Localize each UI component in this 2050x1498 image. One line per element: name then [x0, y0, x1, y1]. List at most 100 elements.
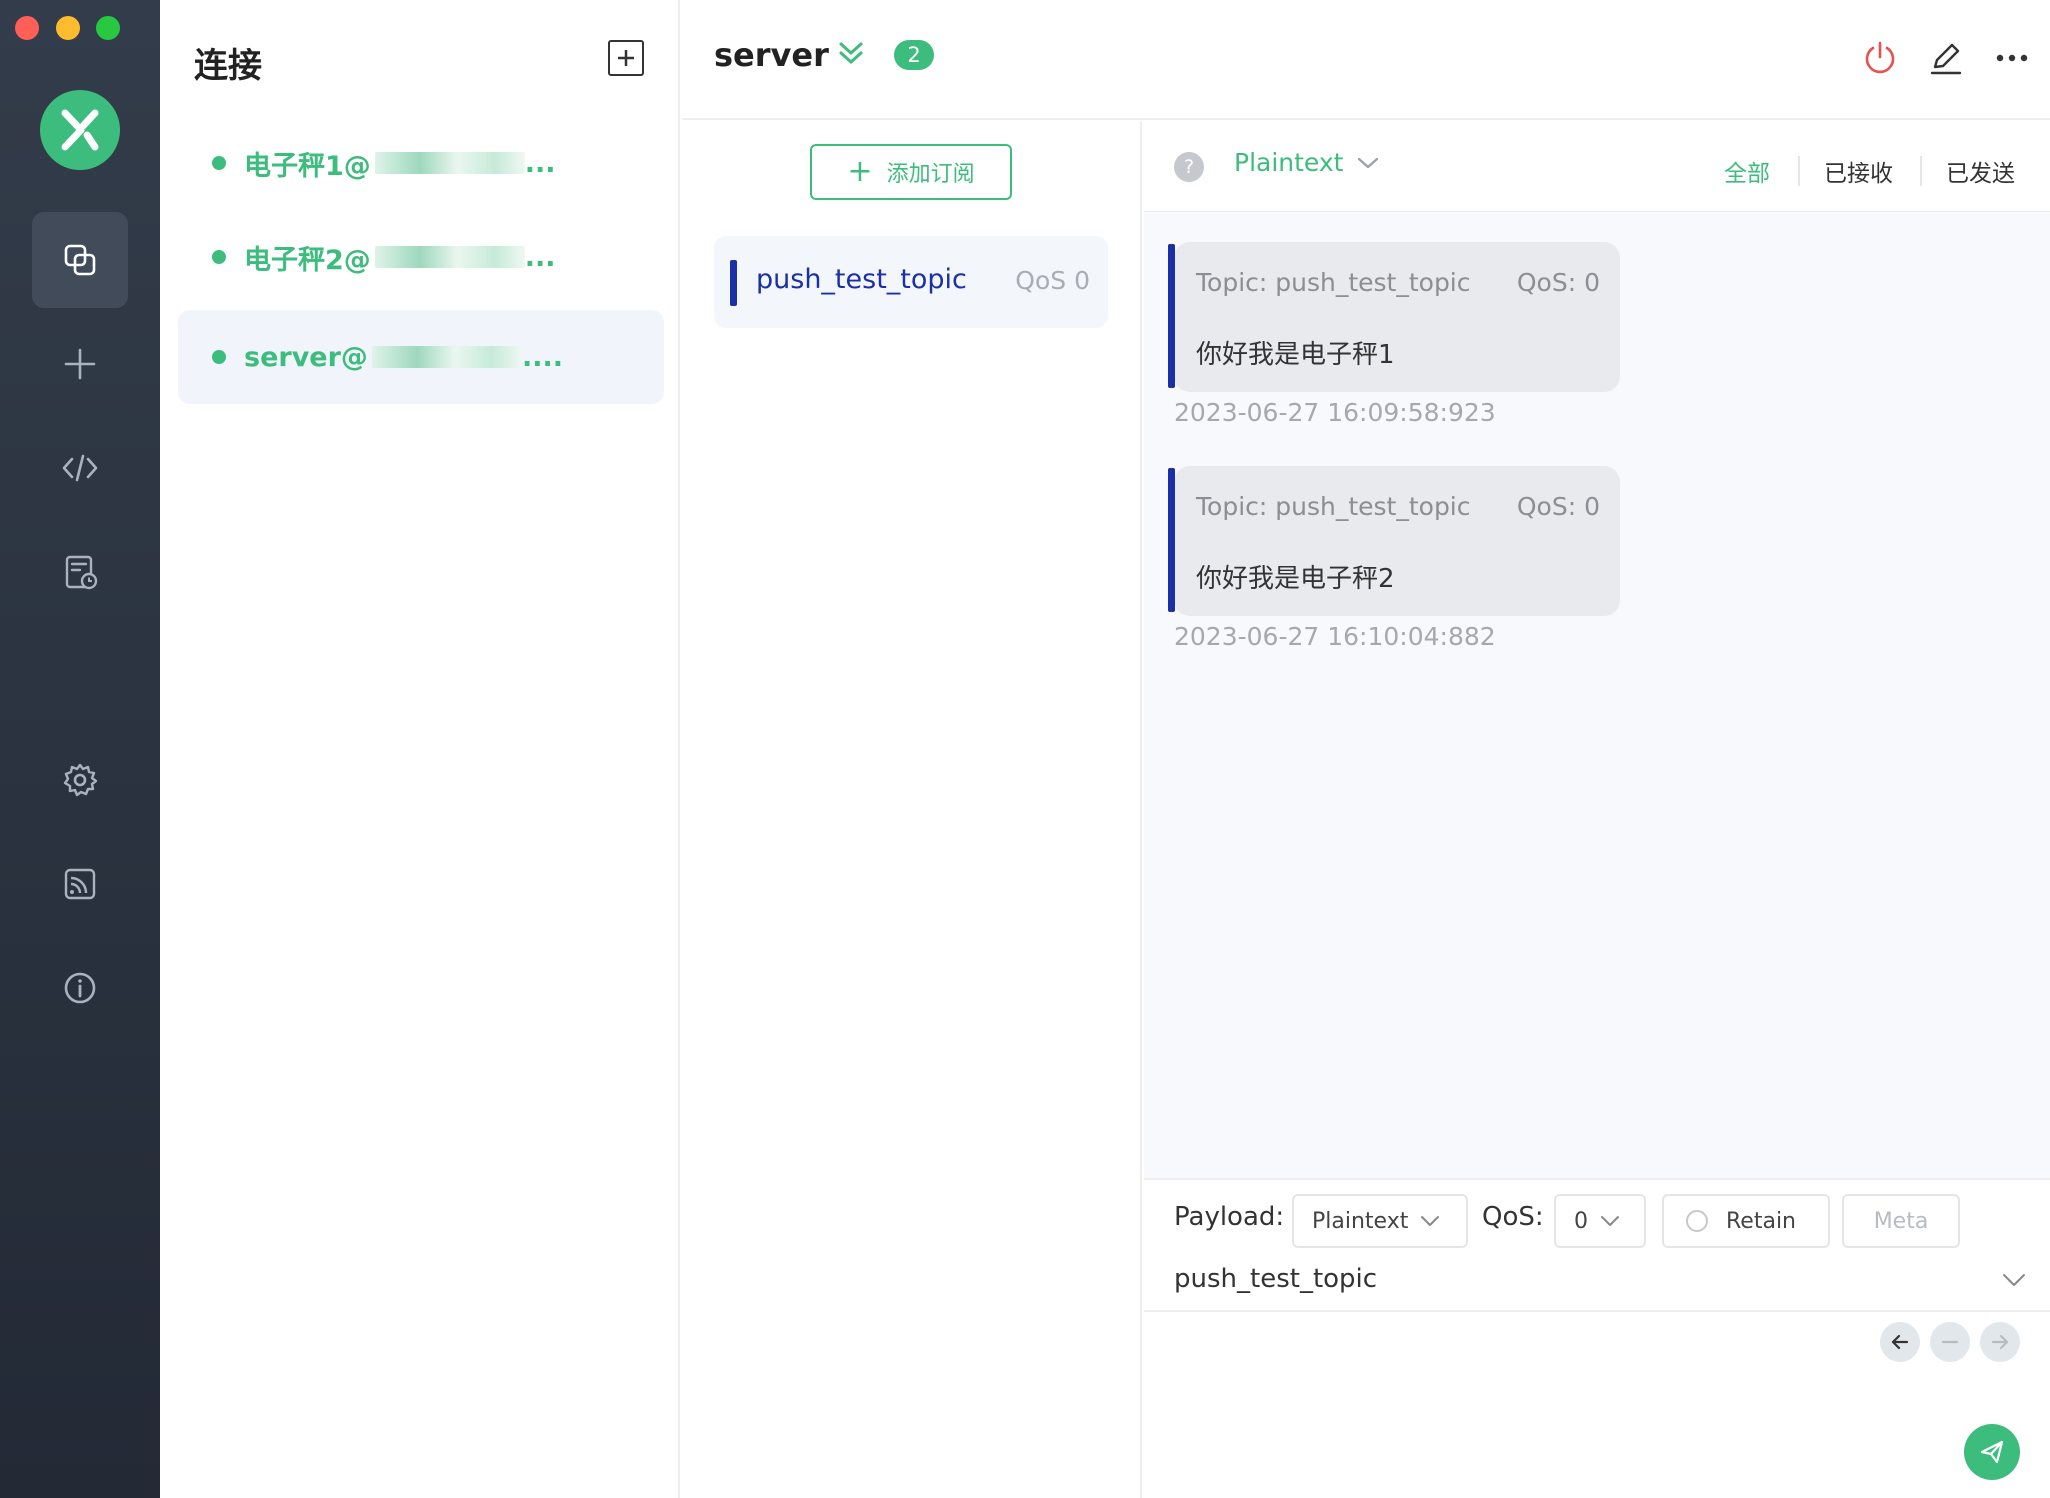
help-icon[interactable]: ? — [1174, 152, 1204, 182]
subscription-color-bar — [730, 260, 737, 306]
nav-settings[interactable] — [32, 732, 128, 828]
message-count-badge: 2 — [894, 40, 934, 70]
log-icon — [65, 555, 98, 590]
message-timestamp: 2023-06-27 16:09:58:923 — [1174, 398, 1496, 427]
settings-icon — [63, 763, 98, 797]
app-logo — [40, 90, 120, 170]
meta-button[interactable]: Meta — [1842, 1194, 1960, 1248]
info-icon — [64, 972, 96, 1004]
code-icon — [62, 454, 98, 482]
filter-divider — [1920, 156, 1922, 186]
publish-format-select[interactable]: Plaintext — [1292, 1194, 1468, 1248]
nav-scripts[interactable] — [32, 420, 128, 516]
history-next-button[interactable] — [1980, 1322, 2020, 1362]
plus-icon: + — [847, 154, 873, 189]
connection-status-dot — [212, 250, 226, 264]
publish-divider — [1144, 1310, 2050, 1312]
collapse-toggle[interactable] — [836, 38, 866, 72]
disconnect-button[interactable] — [1860, 38, 1900, 78]
history-prev-button[interactable] — [1880, 1322, 1920, 1362]
app-sidebar — [0, 0, 160, 1498]
connection-ellipsis: ... — [524, 147, 556, 179]
chevron-down-icon — [1358, 157, 1379, 168]
window-close-button[interactable] — [15, 16, 39, 40]
power-icon — [1865, 41, 1895, 74]
plus-icon — [64, 348, 96, 380]
message-list: ? Plaintext 全部 已接收 已发送 Topic: push_test_… — [1144, 122, 2050, 1178]
chevron-down-icon — [1601, 1216, 1619, 1226]
connection-name: 电子秤1@ — [244, 150, 371, 182]
nav-about[interactable] — [32, 940, 128, 1036]
message-color-bar — [1168, 244, 1175, 388]
arrow-right-icon — [1991, 1334, 2009, 1350]
connections-title: 连接 — [194, 46, 262, 86]
subscription-item[interactable]: push_test_topic QoS 0 — [714, 236, 1108, 328]
subscription-qos: QoS 0 — [1015, 266, 1090, 295]
message-qos: QoS: 0 — [1516, 268, 1600, 297]
redacted-host — [374, 152, 525, 174]
qos-select[interactable]: 0 — [1554, 1194, 1646, 1248]
payload-format-select[interactable]: Plaintext — [1234, 148, 1379, 177]
publish-topic-input[interactable]: push_test_topic — [1174, 1264, 1377, 1294]
subscriptions-panel: + 添加订阅 push_test_topic QoS 0 — [682, 122, 1142, 1498]
retain-label: Retain — [1726, 1208, 1796, 1234]
redacted-host — [371, 346, 522, 368]
more-options-button[interactable] — [1992, 38, 2032, 78]
connection-item[interactable]: 电子秤2@ ... — [178, 210, 664, 304]
send-button[interactable] — [1964, 1424, 2020, 1480]
meta-label: Meta — [1873, 1208, 1929, 1234]
filter-sent[interactable]: 已发送 — [1946, 154, 2015, 188]
feed-icon — [64, 868, 96, 900]
message-topic: Topic: push_test_topic — [1196, 268, 1471, 297]
connection-title: server — [714, 36, 829, 74]
message-bubble[interactable]: Topic: push_test_topic QoS: 0 你好我是电子秤2 — [1168, 466, 1620, 616]
subscription-topic: push_test_topic — [756, 264, 967, 295]
window-minimize-button[interactable] — [56, 16, 80, 40]
add-subscription-label: 添加订阅 — [886, 162, 975, 187]
history-clear-button[interactable] — [1930, 1322, 1970, 1362]
connection-header: server 2 — [682, 0, 2050, 120]
connection-item[interactable]: 电子秤1@ ... — [178, 116, 664, 210]
qos-label: QoS: — [1482, 1202, 1544, 1232]
payload-format-value: Plaintext — [1234, 148, 1344, 177]
pencil-icon — [1930, 43, 1962, 75]
minus-icon — [1941, 1340, 1959, 1344]
payload-label: Payload: — [1174, 1202, 1285, 1232]
message-color-bar — [1168, 468, 1175, 612]
connections-panel: 连接 电子秤1@ ... 电子秤2@ ... server@ .... — [160, 0, 680, 1498]
filter-received[interactable]: 已接收 — [1824, 154, 1893, 188]
connection-item-active[interactable]: server@ .... — [178, 310, 664, 404]
message-toolbar: ? Plaintext 全部 已接收 已发送 — [1144, 122, 2050, 212]
retain-toggle[interactable]: Retain — [1662, 1194, 1830, 1248]
more-dots-icon — [1996, 54, 2028, 62]
filter-all[interactable]: 全部 — [1724, 154, 1770, 188]
message-topic: Topic: push_test_topic — [1196, 492, 1471, 521]
connection-status-dot — [212, 156, 226, 170]
connection-ellipsis: .... — [521, 341, 563, 373]
nav-connections[interactable] — [32, 212, 128, 308]
chevron-down-icon — [2003, 1274, 2025, 1286]
chevron-down-icon — [1421, 1216, 1440, 1226]
window-zoom-button[interactable] — [96, 16, 120, 40]
message-qos: QoS: 0 — [1516, 492, 1600, 521]
nav-feed[interactable] — [32, 836, 128, 932]
message-bubble[interactable]: Topic: push_test_topic QoS: 0 你好我是电子秤1 — [1168, 242, 1620, 392]
connection-name: server@ — [244, 341, 368, 373]
edit-connection-button[interactable] — [1926, 38, 1966, 78]
nav-new-connection[interactable] — [32, 316, 128, 412]
topic-history-toggle[interactable] — [2002, 1272, 2026, 1291]
connections-icon — [64, 244, 96, 276]
new-connection-button[interactable] — [608, 40, 644, 76]
message-payload: 你好我是电子秤1 — [1196, 340, 1395, 370]
publish-panel: Payload: Plaintext QoS: 0 Retain Meta pu… — [1144, 1178, 2050, 1498]
publish-format-value: Plaintext — [1312, 1208, 1409, 1234]
redacted-host — [374, 246, 525, 268]
nav-logs[interactable] — [32, 524, 128, 620]
add-subscription-button[interactable]: + 添加订阅 — [810, 144, 1012, 200]
message-payload: 你好我是电子秤2 — [1196, 564, 1395, 594]
connection-name: 电子秤2@ — [244, 244, 371, 276]
connection-ellipsis: ... — [524, 241, 556, 273]
double-chevron-down-icon — [839, 42, 863, 64]
retain-radio[interactable] — [1686, 1210, 1708, 1232]
message-timestamp: 2023-06-27 16:10:04:882 — [1174, 622, 1496, 651]
